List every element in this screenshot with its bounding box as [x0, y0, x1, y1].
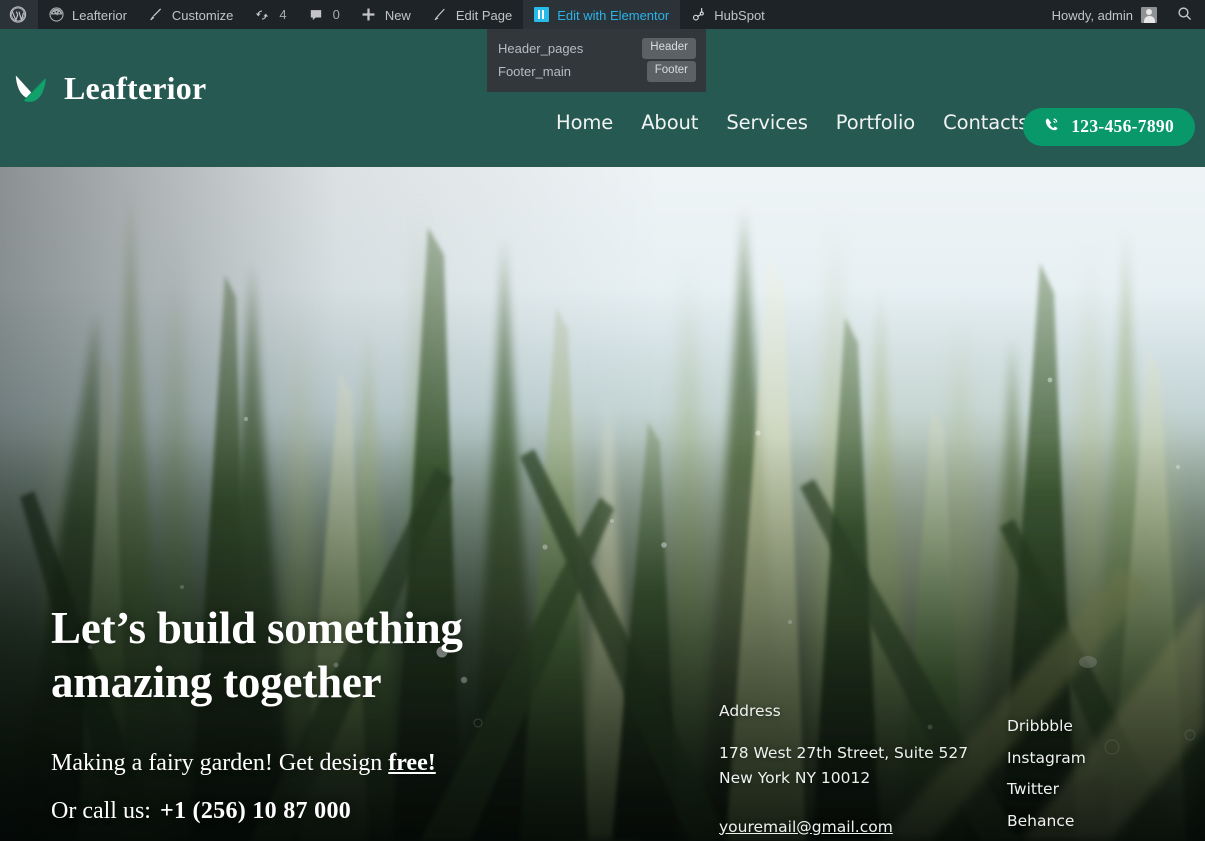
edit-with-elementor-label: Edit with Elementor — [557, 7, 670, 23]
elementor-templates-dropdown: Header_pages Header Footer_main Footer — [487, 29, 706, 92]
wp-logo-menu[interactable] — [0, 0, 38, 29]
hero-content: Let’s build something amazing together M… — [0, 167, 1205, 841]
updates-menu[interactable]: 4 — [244, 0, 297, 29]
wordpress-icon — [9, 6, 27, 24]
edit-page-label: Edit Page — [455, 7, 513, 23]
customize-menu[interactable]: Customize — [138, 0, 244, 29]
updates-count: 4 — [279, 7, 287, 22]
hero-call-number[interactable]: +1 (256) 10 87 000 — [151, 798, 351, 824]
admin-bar-right: Howdy, admin — [1042, 0, 1205, 29]
hero-subtitle-text: Making a fairy garden! Get design — [51, 750, 389, 776]
hero-title: Let’s build something amazing together — [51, 601, 671, 710]
social-link-twitter[interactable]: Twitter — [1007, 781, 1086, 798]
hero-call-line: Or call us: +1 (256) 10 87 000 — [51, 799, 351, 823]
comments-menu[interactable]: 0 — [298, 0, 351, 29]
hubspot-label: HubSpot — [714, 7, 765, 23]
pencil-icon — [431, 6, 449, 24]
dropdown-item-label: Footer_main — [498, 64, 571, 79]
hero-title-line1: Let’s build something — [51, 603, 463, 653]
site-logo[interactable]: Leafterior — [12, 69, 206, 107]
hero-title-line2: amazing together — [51, 657, 382, 708]
email-link[interactable]: youremail@gmail.com — [719, 819, 893, 836]
dropdown-item-badge: Header — [642, 38, 696, 59]
new-content-menu[interactable]: New — [351, 0, 422, 29]
site-logo-text: Leafterior — [64, 70, 207, 106]
edit-page-menu[interactable]: Edit Page — [422, 0, 523, 29]
dashboard-icon — [47, 6, 65, 24]
wp-admin-bar: Leafterior Customize 4 0 New Edit Page E… — [0, 0, 1205, 29]
update-icon — [253, 6, 271, 24]
social-links: Dribbble Instagram Twitter Behance — [1007, 718, 1086, 830]
main-navigation: Home About Services Portfolio Contacts — [556, 113, 1042, 133]
nav-item-about[interactable]: About — [627, 113, 712, 133]
plus-icon — [360, 6, 378, 24]
comment-icon — [307, 6, 325, 24]
dropdown-item-badge: Footer — [646, 61, 696, 82]
hero-subtitle: Making a fairy garden! Get design free! — [51, 751, 436, 775]
comments-count: 0 — [332, 7, 340, 22]
customize-label: Customize — [171, 7, 234, 23]
address-block: Address 178 West 27th Street, Suite 527 … — [719, 702, 969, 836]
dropdown-item-label: Header_pages — [498, 41, 584, 56]
hero-call-label: Or call us: — [51, 798, 151, 824]
social-link-dribbble[interactable]: Dribbble — [1007, 718, 1086, 735]
elementor-icon — [532, 6, 550, 24]
phone-icon — [1042, 115, 1061, 139]
howdy-label: Howdy, admin — [1051, 7, 1133, 23]
leaf-icon — [12, 69, 50, 107]
hubspot-menu[interactable]: HubSpot — [680, 0, 776, 29]
search-icon — [1176, 5, 1193, 25]
address-line-2: New York NY 10012 — [719, 769, 871, 787]
address-title: Address — [719, 702, 781, 720]
nav-item-services[interactable]: Services — [712, 113, 821, 133]
avatar — [1141, 6, 1157, 23]
my-account-menu[interactable]: Howdy, admin — [1042, 0, 1167, 29]
nav-item-home[interactable]: Home — [556, 113, 627, 133]
social-link-behance[interactable]: Behance — [1007, 813, 1086, 830]
edit-with-elementor-menu[interactable]: Edit with Elementor — [523, 0, 681, 29]
dropdown-item-footer-main[interactable]: Footer_main Footer — [487, 60, 706, 83]
paintbrush-icon — [147, 6, 165, 24]
nav-item-portfolio[interactable]: Portfolio — [822, 113, 929, 133]
address-line-1: 178 West 27th Street, Suite 527 — [719, 743, 969, 762]
phone-button[interactable]: 123-456-7890 — [1023, 108, 1195, 146]
site-name-menu[interactable]: Leafterior — [38, 0, 138, 29]
social-link-instagram[interactable]: Instagram — [1007, 750, 1086, 767]
phone-number-label: 123-456-7890 — [1071, 116, 1174, 137]
site-name-label: Leafterior — [72, 7, 127, 23]
search-toggle-button[interactable] — [1167, 0, 1201, 29]
hubspot-icon — [689, 6, 707, 24]
dropdown-item-header-pages[interactable]: Header_pages Header — [487, 37, 706, 60]
hero-free-link[interactable]: free! — [388, 750, 436, 776]
hero-section: Let’s build something amazing together M… — [0, 167, 1205, 841]
new-content-label: New — [384, 7, 411, 23]
